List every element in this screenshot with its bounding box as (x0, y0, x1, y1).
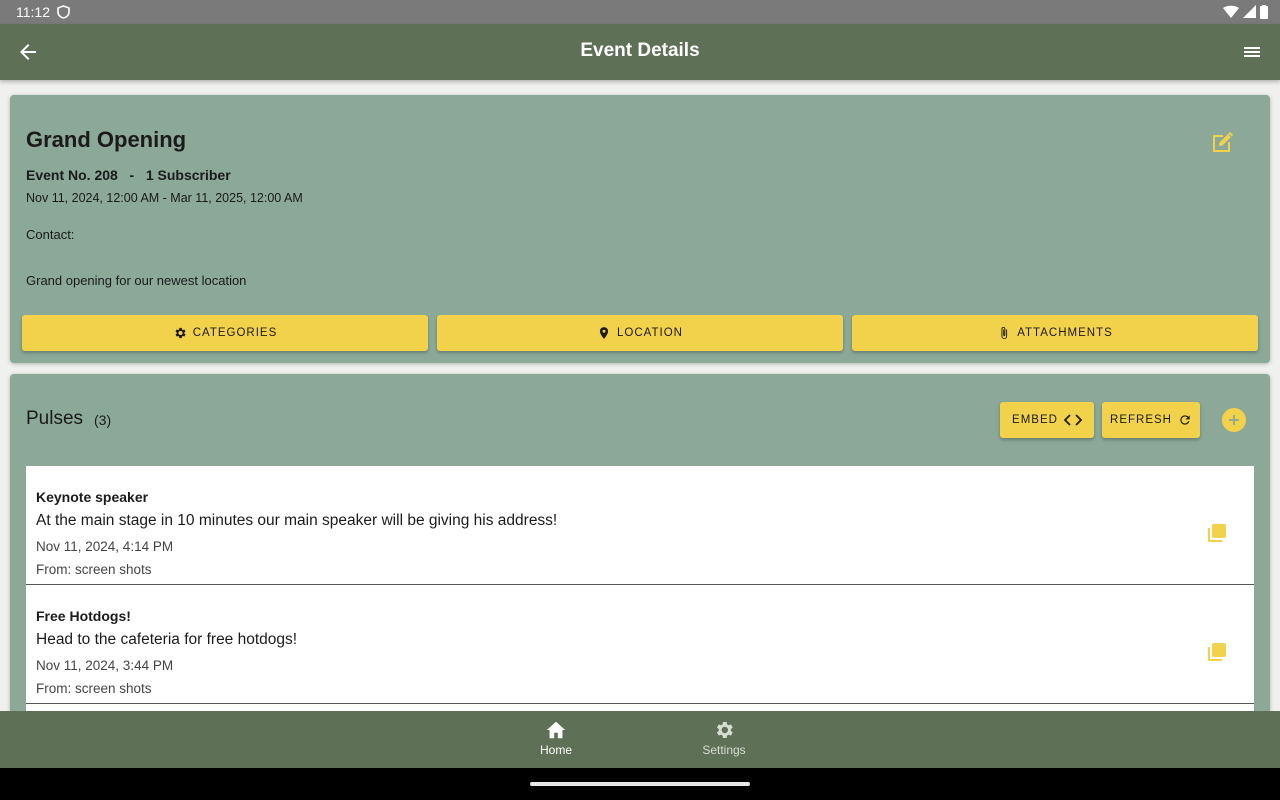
pulse-name: Free Hotdogs! (36, 608, 131, 624)
embed-label: EMBED (1012, 414, 1058, 426)
pulses-card: Pulses (3) EMBED REFRESH Keynote speaker… (10, 374, 1270, 714)
event-contact: Contact: (26, 227, 75, 242)
pulse-from: From: screen shots (36, 681, 152, 696)
copy-icon[interactable] (1206, 522, 1228, 544)
event-title: Grand Opening (26, 127, 187, 152)
location-button[interactable]: LOCATION (437, 315, 843, 351)
pulse-body: At the main stage in 10 minutes our main… (36, 512, 558, 529)
status-time: 11:12 (16, 4, 50, 20)
pulses-title: Pulses (26, 408, 84, 429)
bottom-nav: Home Settings (0, 711, 1280, 768)
gesture-handle[interactable] (530, 782, 750, 786)
event-number: Event No. 208 (26, 167, 118, 183)
gesture-bar (0, 768, 1280, 800)
menu-icon[interactable] (1242, 42, 1262, 62)
embed-button[interactable]: EMBED (1000, 402, 1094, 438)
plus-icon (1229, 415, 1239, 425)
list-item[interactable]: Keynote speaker At the main stage in 10 … (26, 466, 1254, 585)
copy-icon[interactable] (1206, 641, 1228, 663)
refresh-label: REFRESH (1110, 414, 1172, 426)
categories-label: CATEGORIES (192, 327, 278, 339)
battery-icon (1260, 5, 1268, 19)
nav-settings[interactable]: Settings (684, 719, 764, 757)
code-icon (1063, 414, 1082, 426)
pulse-time: Nov 11, 2024, 3:44 PM (36, 658, 174, 673)
location-label: LOCATION (617, 327, 683, 339)
pulse-from: From: screen shots (36, 562, 152, 577)
attachments-button[interactable]: ATTACHMENTS (852, 315, 1258, 351)
refresh-button[interactable]: REFRESH (1102, 402, 1200, 438)
gear-icon (175, 327, 186, 339)
page-title: Event Details (580, 40, 700, 61)
categories-button[interactable]: CATEGORIES (22, 315, 428, 351)
event-actions: CATEGORIES LOCATION ATTACHMENTS (22, 315, 1258, 351)
home-icon (546, 721, 566, 739)
list-item[interactable]: Free Hotdogs! Head to the cafeteria for … (26, 585, 1254, 704)
app-bar: Event Details (0, 24, 1280, 80)
pulses-count: (3) (94, 412, 112, 428)
location-pin-icon (599, 327, 609, 339)
signal-icon (1243, 5, 1256, 18)
event-meta: Event No. 208 - 1 Subscriber (26, 167, 231, 183)
nav-settings-label: Settings (702, 743, 746, 757)
event-card: Grand Opening Event No. 208 - 1 Subscrib… (10, 95, 1270, 363)
edit-icon[interactable] (1210, 129, 1236, 155)
pulse-list: Keynote speaker At the main stage in 10 … (26, 466, 1254, 714)
status-icons (1223, 5, 1268, 19)
paperclip-icon (1001, 326, 1008, 340)
subscriber-count: 1 Subscriber (145, 167, 231, 183)
event-dates: Nov 11, 2024, 12:00 AM - Mar 11, 2025, 1… (26, 191, 303, 205)
attachments-label: ATTACHMENTS (1017, 327, 1113, 339)
shield-icon (57, 5, 70, 19)
pulse-body: Head to the cafeteria for free hotdogs! (36, 631, 298, 648)
refresh-icon (1180, 415, 1190, 425)
pulse-time: Nov 11, 2024, 4:14 PM (36, 539, 174, 554)
wifi-icon (1223, 5, 1239, 18)
add-pulse-button[interactable] (1222, 408, 1246, 432)
status-bar: 11:12 (0, 0, 1280, 24)
event-description: Grand opening for our newest location (26, 273, 247, 288)
nav-home[interactable]: Home (516, 719, 596, 757)
nav-home-label: Home (539, 743, 572, 757)
pulse-name: Keynote speaker (36, 489, 149, 505)
gear-icon (716, 722, 733, 738)
